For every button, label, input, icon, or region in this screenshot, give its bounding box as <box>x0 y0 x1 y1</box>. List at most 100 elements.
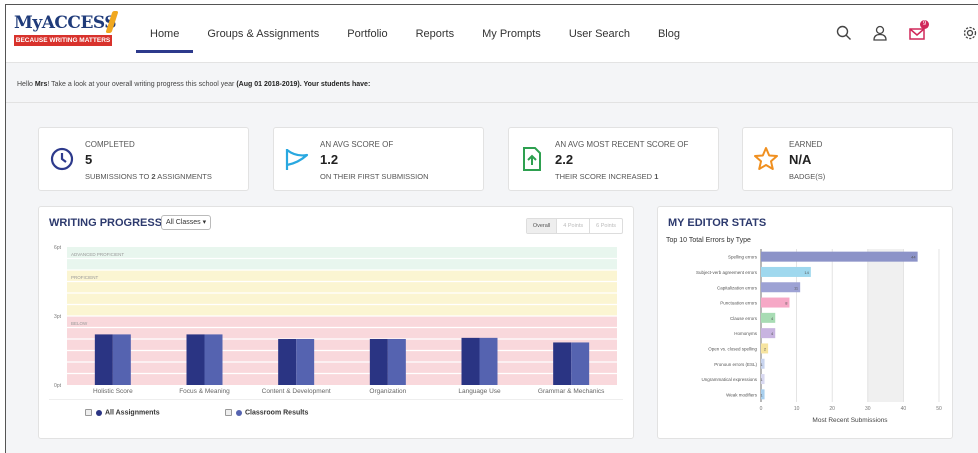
x-tick-label: Grammar & Mechanics <box>538 388 605 395</box>
x-tick-label: Content & Development <box>262 388 331 395</box>
class-filter-dropdown[interactable]: All Classes ▾ <box>161 215 212 230</box>
search-icon[interactable] <box>835 24 853 42</box>
writing-progress-panel: WRITING PROGRESS All Classes ▾ Overall 4… <box>38 206 634 439</box>
editor-stats-panel: MY EDITOR STATS Top 10 Total Errors by T… <box>657 206 953 439</box>
bar-classroom-results <box>204 334 223 385</box>
x-tick-label: Holistic Score <box>93 388 133 395</box>
bar-all-assignments <box>461 337 480 385</box>
main-nav: Home Groups & Assignments Portfolio Repo… <box>136 5 694 63</box>
x-tick-label: 0 <box>760 406 763 412</box>
legend-all-assignments[interactable]: All Assignments <box>85 409 160 416</box>
card-badges-earned: EARNED N/A BADGE(S) <box>742 127 953 191</box>
bar-all-assignments <box>186 334 205 385</box>
x-tick-label: Organization <box>369 388 406 395</box>
band-label: PROFICIENT <box>71 275 99 280</box>
bar-classroom-results <box>112 334 131 385</box>
greeting-text: Hello Mrs! Take a look at your overall w… <box>17 81 371 88</box>
error-bar <box>761 266 811 277</box>
notification-badge: 9 <box>920 20 929 29</box>
y-tick-label: Punctuation errors <box>720 301 758 306</box>
star-icon <box>753 146 779 172</box>
y-tick-label: Ungrammatical expressions <box>701 377 757 382</box>
bar-classroom-results <box>479 337 498 385</box>
x-tick-label: Language Use <box>458 388 501 395</box>
divider <box>6 102 978 103</box>
y-tick-label: Spelling errors <box>728 255 758 260</box>
x-tick-label: 20 <box>829 406 835 412</box>
band-label: ADVANCED PROFICIENT <box>71 252 124 257</box>
x-axis-label: Most Recent Submissions <box>812 417 888 424</box>
clock-icon <box>49 146 75 172</box>
data-label: 14 <box>804 270 809 275</box>
y-tick-label: 0pt <box>54 383 62 389</box>
card-completed: COMPLETED 5 SUBMISSIONS TO 2 ASSIGNMENTS <box>38 127 249 191</box>
band-label: BELOW <box>71 321 88 326</box>
chevron-down-icon: ▾ <box>202 219 207 226</box>
editor-stats-subtitle: Top 10 Total Errors by Type <box>666 237 751 244</box>
bar-all-assignments <box>369 339 388 385</box>
nav-reports[interactable]: Reports <box>402 5 469 63</box>
nav-user-search[interactable]: User Search <box>555 5 644 63</box>
legend-divider <box>49 399 623 400</box>
x-tick-label: Focus & Meaning <box>179 388 230 395</box>
legend-classroom-results[interactable]: Classroom Results <box>225 409 308 416</box>
x-tick-label: 10 <box>794 406 800 412</box>
flag-icon <box>284 146 310 172</box>
teacher-name: Mrs <box>34 81 48 88</box>
nav-portfolio[interactable]: Portfolio <box>333 5 401 63</box>
gear-icon[interactable] <box>961 24 978 42</box>
card-avg-first-score: AN AVG SCORE OF 1.2 ON THEIR FIRST SUBMI… <box>273 127 484 191</box>
toggle-overall[interactable]: Overall <box>526 219 557 233</box>
y-tick-label: 6pt <box>54 245 62 251</box>
nav-home[interactable]: Home <box>136 5 194 53</box>
legend-swatch <box>96 409 102 416</box>
y-tick-label: Weak modifiers <box>726 392 758 397</box>
nav-my-prompts[interactable]: My Prompts <box>468 5 555 63</box>
nav-blog[interactable]: Blog <box>644 5 694 63</box>
school-year-period: (Aug 01 2018-2019). Your students have: <box>236 81 371 88</box>
toggle-6-points[interactable]: 6 Points <box>589 219 622 233</box>
avg-first-score: 1.2 <box>320 152 339 167</box>
writing-progress-title: WRITING PROGRESS <box>49 217 163 229</box>
mail-icon[interactable]: 9 <box>908 20 929 42</box>
myaccess-logo[interactable]: MyACCESS BECAUSE WRITING MATTERS <box>14 11 120 53</box>
avg-recent-score: 2.2 <box>555 152 574 167</box>
y-tick-label: Open vs. closed spelling <box>708 346 757 351</box>
error-bar <box>761 251 918 262</box>
x-tick-label: 30 <box>865 406 871 412</box>
logo-tagline: BECAUSE WRITING MATTERS <box>14 35 112 46</box>
y-tick-label: Subject-verb agreement errors <box>696 270 758 275</box>
user-icon[interactable] <box>871 24 889 42</box>
bar-all-assignments <box>553 342 572 385</box>
y-tick-label: Clause errors <box>730 316 758 321</box>
y-tick-label: Capitalization errors <box>717 285 758 290</box>
bar-all-assignments <box>278 339 297 385</box>
x-tick-label: 50 <box>936 406 942 412</box>
bar-classroom-results <box>296 339 315 385</box>
bar-classroom-results <box>387 339 406 385</box>
logo-wordmark: MyACCESS <box>14 13 117 33</box>
score-up-icon <box>519 146 545 172</box>
grid-band <box>867 249 904 402</box>
y-tick-label: 3pt <box>54 314 62 320</box>
bar-all-assignments <box>94 334 113 385</box>
nav-groups-assignments[interactable]: Groups & Assignments <box>193 5 333 63</box>
editor-errors-chart: 0 10 20 30 40 50 44 Spelling errors 14 Subject-ve… <box>696 249 942 424</box>
completed-count: 5 <box>85 152 93 167</box>
y-tick-label: Pronoun errors (ESL) <box>714 362 757 367</box>
data-label: 44 <box>911 255 916 260</box>
legend-checkbox[interactable] <box>225 409 232 416</box>
editor-stats-title: MY EDITOR STATS <box>668 217 767 229</box>
x-tick-label: 40 <box>901 406 907 412</box>
app-window: MyACCESS BECAUSE WRITING MATTERS Home Gr… <box>5 4 978 453</box>
bar-classroom-results <box>571 342 590 385</box>
badges-count: N/A <box>789 152 812 167</box>
legend-checkbox[interactable] <box>85 409 92 416</box>
legend-swatch <box>236 409 242 416</box>
y-tick-label: Homonyms <box>734 331 758 336</box>
card-avg-recent-score: AN AVG MOST RECENT SCORE OF 2.2 THEIR SC… <box>508 127 719 191</box>
writing-progress-chart: ADVANCED PROFICIENT PROFICIENT BELOW 0pt 3pt… <box>54 245 617 395</box>
top-navigation-bar: MyACCESS BECAUSE WRITING MATTERS Home Gr… <box>6 5 978 63</box>
score-scale-toggle: Overall 4 Points 6 Points <box>525 218 623 234</box>
toggle-4-points[interactable]: 4 Points <box>556 219 589 233</box>
